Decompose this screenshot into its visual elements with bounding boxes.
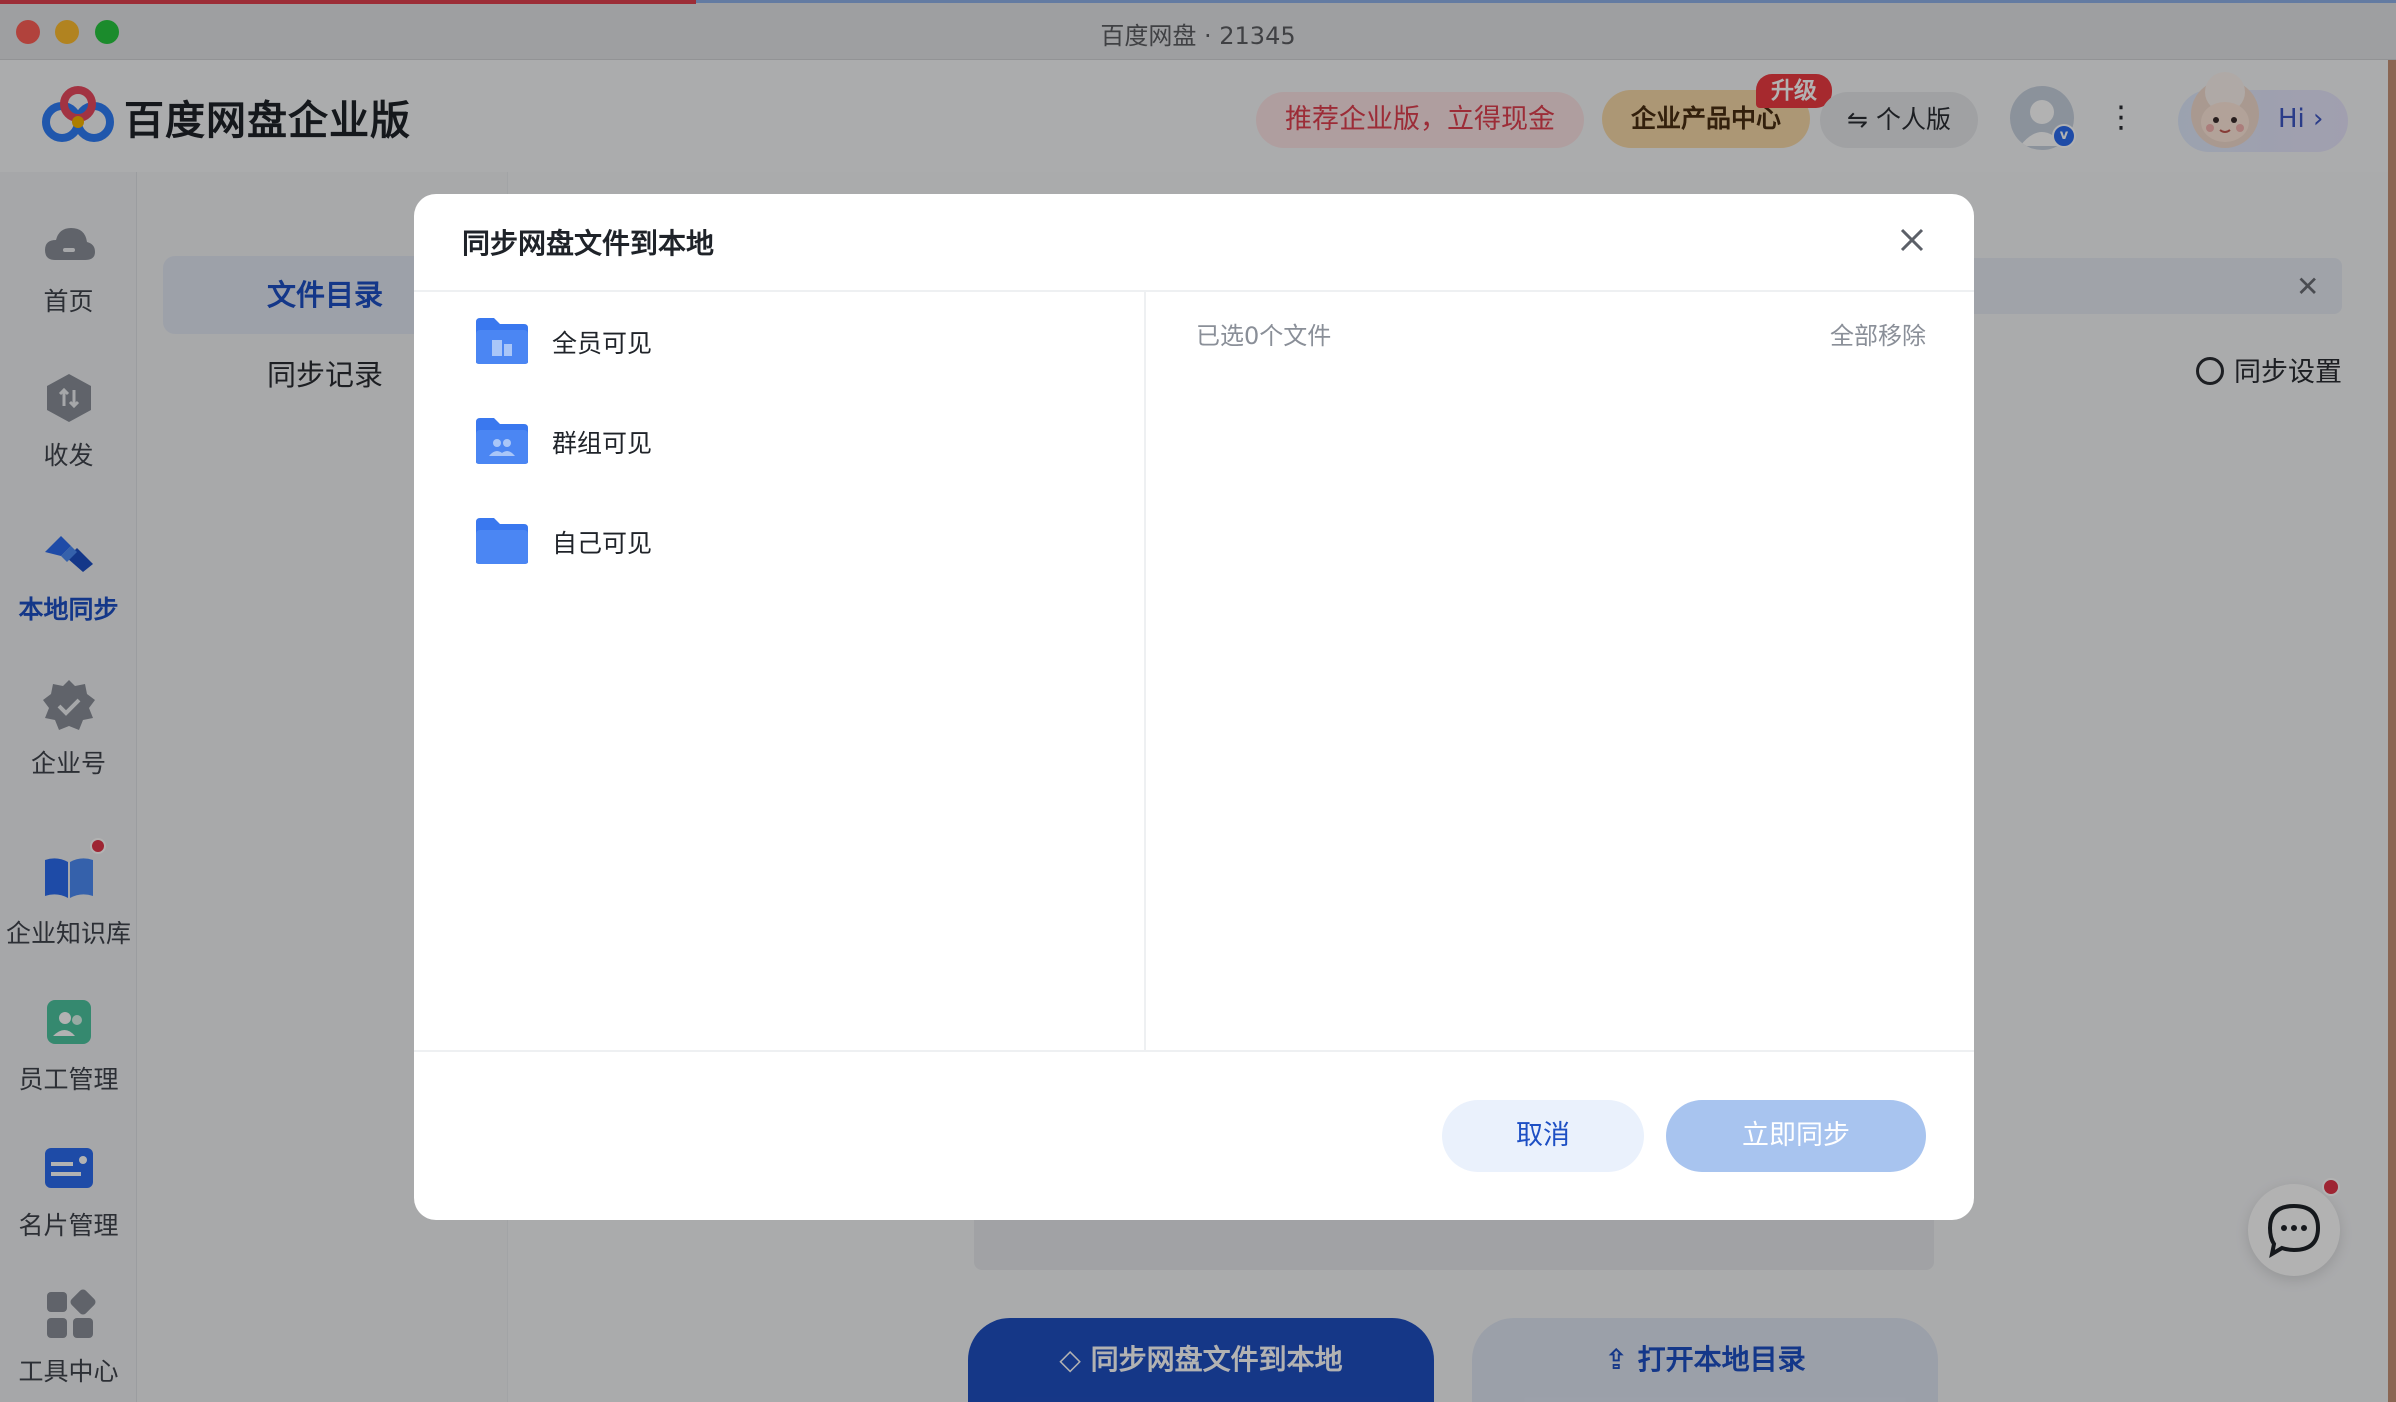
selected-files-pane: 已选0个文件 全部移除 bbox=[1148, 292, 1974, 1052]
group-folder-icon bbox=[476, 418, 528, 464]
folder-label: 自己可见 bbox=[552, 529, 653, 558]
remove-all-link[interactable]: 全部移除 bbox=[1830, 316, 1926, 351]
dialog-title: 同步网盘文件到本地 bbox=[462, 227, 715, 260]
folder-item-self[interactable]: 自己可见 bbox=[414, 492, 1144, 592]
folder-tree: 全员可见 群组可见 自己可见 bbox=[414, 292, 1146, 1052]
close-icon[interactable] bbox=[1892, 220, 1932, 260]
selected-count: 已选0个文件 bbox=[1196, 322, 1332, 350]
folder-label: 全员可见 bbox=[552, 329, 653, 358]
folder-icon bbox=[476, 518, 528, 564]
folder-item-everyone[interactable]: 全员可见 bbox=[414, 292, 1144, 392]
divider bbox=[414, 1050, 1974, 1052]
building-folder-icon bbox=[476, 318, 528, 364]
sync-dialog: 同步网盘文件到本地 全员可见 群组可见 自己可见 已选0个文件 全部移除 取消 … bbox=[414, 194, 1974, 1220]
sync-now-button[interactable]: 立即同步 bbox=[1666, 1100, 1926, 1172]
folder-label: 群组可见 bbox=[552, 429, 653, 458]
folder-item-group[interactable]: 群组可见 bbox=[414, 392, 1144, 492]
cancel-button[interactable]: 取消 bbox=[1442, 1100, 1644, 1172]
